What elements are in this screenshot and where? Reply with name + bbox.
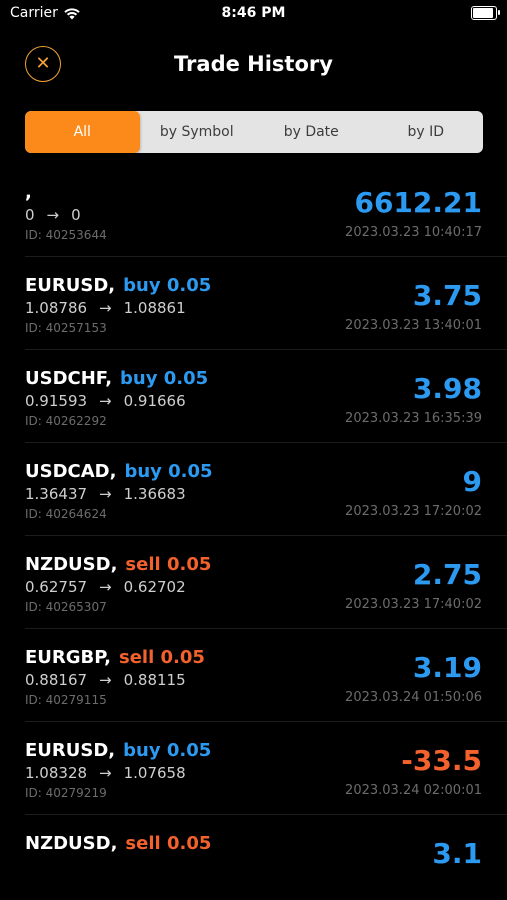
trade-symbol: NZDUSD, <box>25 833 118 854</box>
open-price: 0.88167 <box>25 671 88 689</box>
open-price: 0.62757 <box>25 578 88 596</box>
trade-row[interactable]: EURUSD, buy 0.05 1.08786 → 1.08861 ID: 4025… <box>25 257 507 350</box>
arrow-right-icon: → <box>99 485 112 503</box>
tab-all[interactable]: All <box>25 111 140 153</box>
close-price: 0.91666 <box>123 392 186 410</box>
trade-symbol: , <box>25 182 32 203</box>
trade-id: ID: 40279115 <box>25 693 107 707</box>
tab-by-date[interactable]: by Date <box>254 111 369 153</box>
battery-icon <box>471 6 500 20</box>
page-title: Trade History <box>174 52 333 76</box>
trade-id: ID: 40265307 <box>25 600 107 614</box>
trade-profit: 3.98 <box>412 372 482 405</box>
trade-profit: -33.5 <box>401 744 482 777</box>
close-price: 0 <box>71 206 81 224</box>
arrow-right-icon: → <box>99 671 112 689</box>
open-price: 1.36437 <box>25 485 88 503</box>
trade-symbol: EURGBP, <box>25 647 111 668</box>
arrow-right-icon: → <box>99 578 112 596</box>
trade-id: ID: 40257153 <box>25 321 107 335</box>
tab-by-symbol[interactable]: by Symbol <box>140 111 255 153</box>
trade-symbol: EURUSD, <box>25 740 116 761</box>
trade-datetime: 2023.03.23 16:35:39 <box>345 411 482 426</box>
trade-datetime: 2023.03.24 02:00:01 <box>345 783 482 798</box>
trade-side: sell 0.05 <box>119 647 205 668</box>
trade-id: ID: 40262292 <box>25 414 107 428</box>
trade-row[interactable]: , 0 → 0 ID: 40253644 6612.21 2023.03.23 10… <box>25 164 507 257</box>
filter-segmented-control: All by Symbol by Date by ID <box>25 111 483 153</box>
open-price: 1.08328 <box>25 764 88 782</box>
trade-side: sell 0.05 <box>125 554 212 575</box>
header: ✕ Trade History <box>0 44 507 86</box>
trade-profit: 3.1 <box>432 837 482 870</box>
trade-profit: 6612.21 <box>354 186 482 219</box>
trade-row[interactable]: USDCHF, buy 0.05 0.91593 → 0.91666 ID: 4026… <box>25 350 507 443</box>
trade-symbol: NZDUSD, <box>25 554 118 575</box>
arrow-right-icon: → <box>46 206 60 224</box>
trade-side: buy 0.05 <box>120 368 209 389</box>
trade-side: buy 0.05 <box>123 740 212 761</box>
trade-row[interactable]: NZDUSD, sell 0.05 0.62757 → 0.62702 ID: 402… <box>25 536 507 629</box>
trade-row[interactable]: EURGBP, sell 0.05 0.88167 → 0.88115 ID: 402… <box>25 629 507 722</box>
trade-profit: 2.75 <box>412 558 482 591</box>
open-price: 1.08786 <box>25 299 88 317</box>
close-price: 1.07658 <box>123 764 186 782</box>
trade-profit: 3.75 <box>412 279 482 312</box>
trade-datetime: 2023.03.23 17:20:02 <box>345 504 482 519</box>
trade-row[interactable]: NZDUSD, sell 0.05 3.1 <box>25 815 507 900</box>
trade-symbol: EURUSD, <box>25 275 116 296</box>
arrow-right-icon: → <box>99 299 112 317</box>
open-price: 0 <box>25 206 35 224</box>
trade-row[interactable]: USDCAD, buy 0.05 1.36437 → 1.36683 ID: 4026… <box>25 443 507 536</box>
status-time: 8:46 PM <box>221 5 286 21</box>
close-price: 1.36683 <box>123 485 186 503</box>
trade-id: ID: 40279219 <box>25 786 107 800</box>
status-bar: Carrier 8:46 PM <box>0 0 507 28</box>
close-price: 0.88115 <box>123 671 186 689</box>
trade-side: buy 0.05 <box>124 461 213 482</box>
close-price: 0.62702 <box>123 578 186 596</box>
trade-datetime: 2023.03.23 10:40:17 <box>345 225 482 240</box>
trade-profit: 3.19 <box>412 651 482 684</box>
arrow-right-icon: → <box>99 764 112 782</box>
open-price: 0.91593 <box>25 392 88 410</box>
trade-symbol: USDCHF, <box>25 368 113 389</box>
trade-row[interactable]: EURUSD, buy 0.05 1.08328 → 1.07658 ID: 4027… <box>25 722 507 815</box>
trade-side: sell 0.05 <box>125 833 212 854</box>
trade-side: buy 0.05 <box>123 275 212 296</box>
trade-list[interactable]: , 0 → 0 ID: 40253644 6612.21 2023.03.23 10… <box>0 164 507 900</box>
trade-datetime: 2023.03.23 13:40:01 <box>345 318 482 333</box>
trade-id: ID: 40264624 <box>25 507 107 521</box>
trade-id: ID: 40253644 <box>25 228 107 242</box>
arrow-right-icon: → <box>99 392 112 410</box>
close-price: 1.08861 <box>123 299 186 317</box>
trade-symbol: USDCAD, <box>25 461 117 482</box>
trade-datetime: 2023.03.24 01:50:06 <box>345 690 482 705</box>
trade-profit: 9 <box>462 465 482 498</box>
tab-by-id[interactable]: by ID <box>369 111 484 153</box>
trade-datetime: 2023.03.23 17:40:02 <box>345 597 482 612</box>
